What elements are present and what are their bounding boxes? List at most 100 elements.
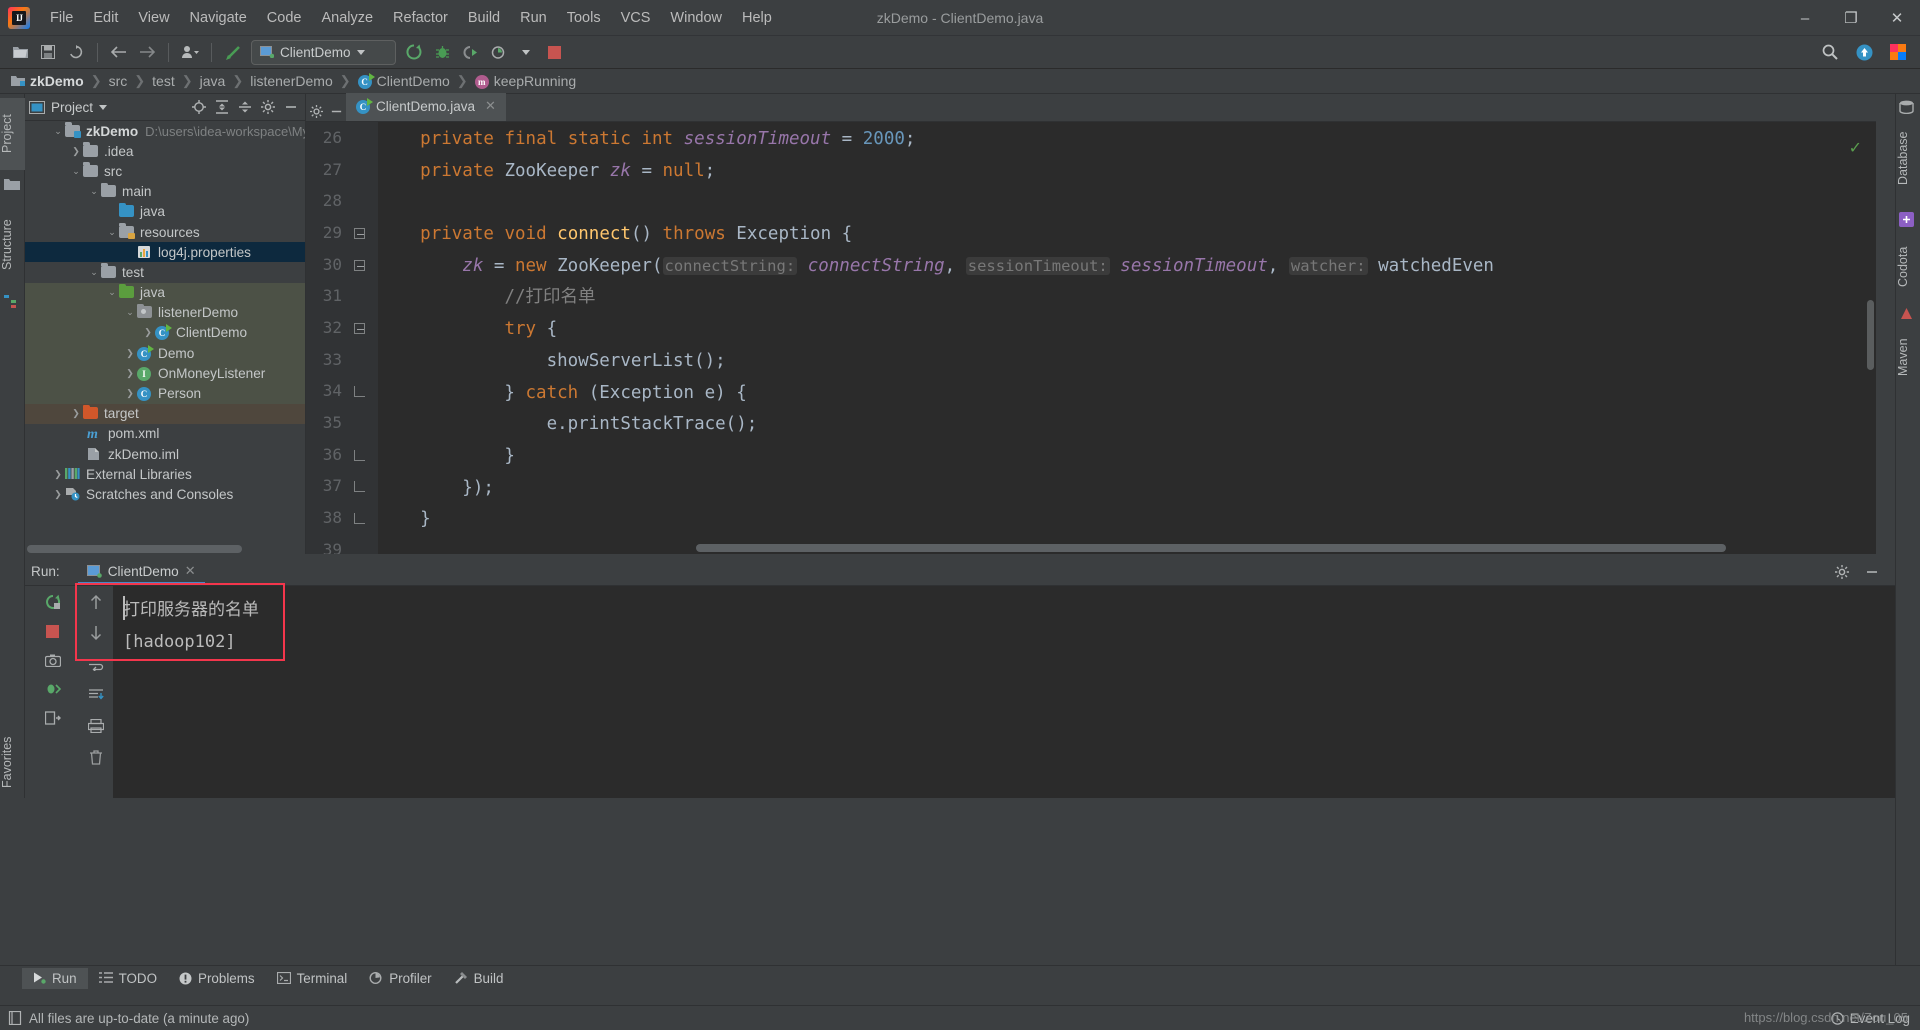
editor-gutter[interactable]: 26 27 28 29 30 31 32 33 34 35 36 37 38 3…	[306, 122, 378, 554]
down-arrow-icon[interactable]	[85, 623, 107, 643]
tree-row-clientdemo[interactable]: ❯ C ClientDemo	[25, 322, 305, 344]
menu-navigate[interactable]: Navigate	[180, 6, 257, 30]
menu-window[interactable]: Window	[660, 6, 732, 30]
menu-edit[interactable]: Edit	[83, 6, 128, 30]
chevron-down-icon-test-java[interactable]: ⌄	[105, 287, 119, 298]
chevron-right-icon-person[interactable]: ❯	[123, 388, 137, 399]
menu-analyze[interactable]: Analyze	[311, 6, 383, 30]
tree-row-zkdemo[interactable]: ⌄ zkDemo D:\users\idea-workspace\Myw	[25, 121, 305, 141]
profiler-run-icon[interactable]	[485, 39, 511, 65]
rail-tab-codota[interactable]: Codota	[1896, 234, 1920, 300]
chevron-down-icon-2[interactable]	[513, 39, 539, 65]
editor-horizontal-scrollbar[interactable]	[696, 544, 1726, 552]
updates-icon[interactable]	[1851, 39, 1877, 65]
screenshot-icon[interactable]	[42, 650, 64, 670]
open-folder-icon[interactable]	[7, 39, 33, 65]
rail-tab-database[interactable]: Database	[1896, 122, 1920, 194]
menu-refactor[interactable]: Refactor	[383, 6, 458, 30]
rail-tab-project[interactable]: Project	[0, 98, 25, 170]
tree-row-zkdemo-iml[interactable]: zkDemo.iml	[25, 444, 305, 464]
settings-gear-icon[interactable]	[257, 97, 278, 118]
thread-dump-icon[interactable]	[42, 679, 64, 699]
run-configuration-selector[interactable]: ClientDemo	[251, 39, 396, 65]
chevron-down-icon-zkdemo[interactable]: ⌄	[51, 126, 65, 137]
fold-marker-32[interactable]	[354, 323, 367, 336]
profile-icon[interactable]	[177, 39, 203, 65]
chevron-right-icon-target[interactable]: ❯	[69, 408, 83, 419]
print-icon[interactable]	[85, 716, 107, 736]
up-arrow-icon[interactable]	[85, 592, 107, 612]
chevron-right-icon-onmoneylistener[interactable]: ❯	[123, 368, 137, 379]
tree-row-onmoneylistener[interactable]: ❯ I OnMoneyListener	[25, 363, 305, 384]
trash-icon[interactable]	[85, 747, 107, 767]
chevron-down-icon-test[interactable]: ⌄	[87, 267, 101, 278]
tree-row-listenerdemo[interactable]: ⌄ listenerDemo	[25, 302, 305, 323]
minimize-button[interactable]: –	[1782, 0, 1828, 36]
menu-run[interactable]: Run	[510, 6, 557, 30]
intellij-idea-icon[interactable]	[1885, 39, 1911, 65]
bottom-tab-profiler[interactable]: Profiler	[358, 968, 442, 989]
locate-icon[interactable]	[188, 97, 209, 118]
tree-row-main[interactable]: ⌄ main	[25, 182, 305, 202]
search-everywhere-icon[interactable]	[1817, 39, 1843, 65]
editor-settings-gear-icon[interactable]	[306, 101, 326, 121]
chevron-right-icon-demo[interactable]: ❯	[123, 348, 137, 359]
hide-panel-icon-run[interactable]	[1865, 565, 1885, 579]
settings-gear-icon-run[interactable]	[1835, 564, 1855, 579]
rerun-icon[interactable]	[42, 592, 64, 612]
breadcrumb-item-keeprunning[interactable]: m keepRunning	[472, 73, 580, 89]
close-button[interactable]: ✕	[1874, 0, 1920, 36]
project-tree[interactable]: ⌄ zkDemo D:\users\idea-workspace\Myw ❯ .…	[25, 121, 305, 540]
project-panel-title[interactable]: Project	[29, 100, 108, 115]
chevron-down-icon-listenerdemo[interactable]: ⌄	[123, 307, 137, 318]
stop-icon-run[interactable]	[42, 621, 64, 641]
stop-icon[interactable]	[541, 39, 567, 65]
fold-marker-29[interactable]	[354, 228, 367, 241]
breadcrumb-item-clientdemo[interactable]: C ClientDemo	[355, 73, 453, 89]
tree-row-external-libraries[interactable]: ❯ External Libraries	[25, 464, 305, 484]
bottom-tab-build[interactable]: Build	[443, 968, 515, 989]
tree-row-test-java[interactable]: ⌄ java	[25, 282, 305, 303]
tree-row-resources[interactable]: ⌄ resources	[25, 222, 305, 242]
chevron-right-icon-idea[interactable]: ❯	[69, 146, 83, 157]
run-console-output[interactable]: 打印服务器的名单 [hadoop102]	[113, 586, 1895, 798]
menu-build[interactable]: Build	[458, 6, 510, 30]
update-project-icon[interactable]	[220, 39, 246, 65]
chevron-right-icon-scratches[interactable]: ❯	[51, 489, 65, 500]
export-icon[interactable]	[42, 708, 64, 728]
fold-marker-38[interactable]	[354, 513, 367, 526]
editor-tab-close-icon[interactable]: ✕	[485, 98, 496, 114]
tree-row-target[interactable]: ❯ target	[25, 403, 305, 424]
hide-editor-icon[interactable]	[326, 101, 346, 121]
menu-vcs[interactable]: VCS	[611, 6, 661, 30]
run-tab-close-icon[interactable]: ✕	[185, 563, 196, 579]
menu-code[interactable]: Code	[257, 6, 312, 30]
chevron-right-icon-external-libraries[interactable]: ❯	[51, 469, 65, 480]
code-editor[interactable]: 26 27 28 29 30 31 32 33 34 35 36 37 38 3…	[306, 122, 1876, 554]
breadcrumb-item-test[interactable]: test	[149, 73, 178, 89]
rail-tab-favorites[interactable]: Favorites	[0, 722, 25, 802]
collapse-all-icon[interactable]	[234, 97, 255, 118]
save-all-icon[interactable]	[35, 39, 61, 65]
bottom-tab-run[interactable]: Run	[22, 967, 88, 989]
bottom-tab-todo[interactable]: TODO	[88, 968, 168, 989]
run-with-coverage-icon[interactable]	[457, 39, 483, 65]
chevron-down-icon-main[interactable]: ⌄	[87, 186, 101, 197]
tree-row-log4j-properties[interactable]: log4j.properties	[25, 242, 305, 263]
rail-tab-maven[interactable]: Maven	[1896, 328, 1920, 386]
forward-arrow-icon[interactable]	[134, 39, 160, 65]
project-tree-horizontal-scrollbar[interactable]	[27, 545, 242, 553]
menu-view[interactable]: View	[128, 6, 179, 30]
maximize-button[interactable]: ❐	[1828, 0, 1874, 36]
inspection-status-icon[interactable]: ✓	[1849, 138, 1862, 158]
breadcrumb-item-listenerdemo[interactable]: listenerDemo	[247, 73, 335, 89]
scroll-to-end-icon[interactable]	[85, 685, 107, 705]
chevron-right-icon-clientdemo[interactable]: ❯	[141, 327, 155, 338]
bottom-tab-terminal[interactable]: Terminal	[266, 968, 359, 989]
editor-vertical-scrollbar[interactable]	[1867, 300, 1874, 370]
tree-row-idea[interactable]: ❯ .idea	[25, 141, 305, 161]
menu-file[interactable]: File	[40, 6, 83, 30]
tree-row-demo[interactable]: ❯ C Demo	[25, 343, 305, 364]
tree-row-scratches-consoles[interactable]: ❯ Scratches and Consoles	[25, 484, 305, 504]
menu-tools[interactable]: Tools	[557, 6, 611, 30]
